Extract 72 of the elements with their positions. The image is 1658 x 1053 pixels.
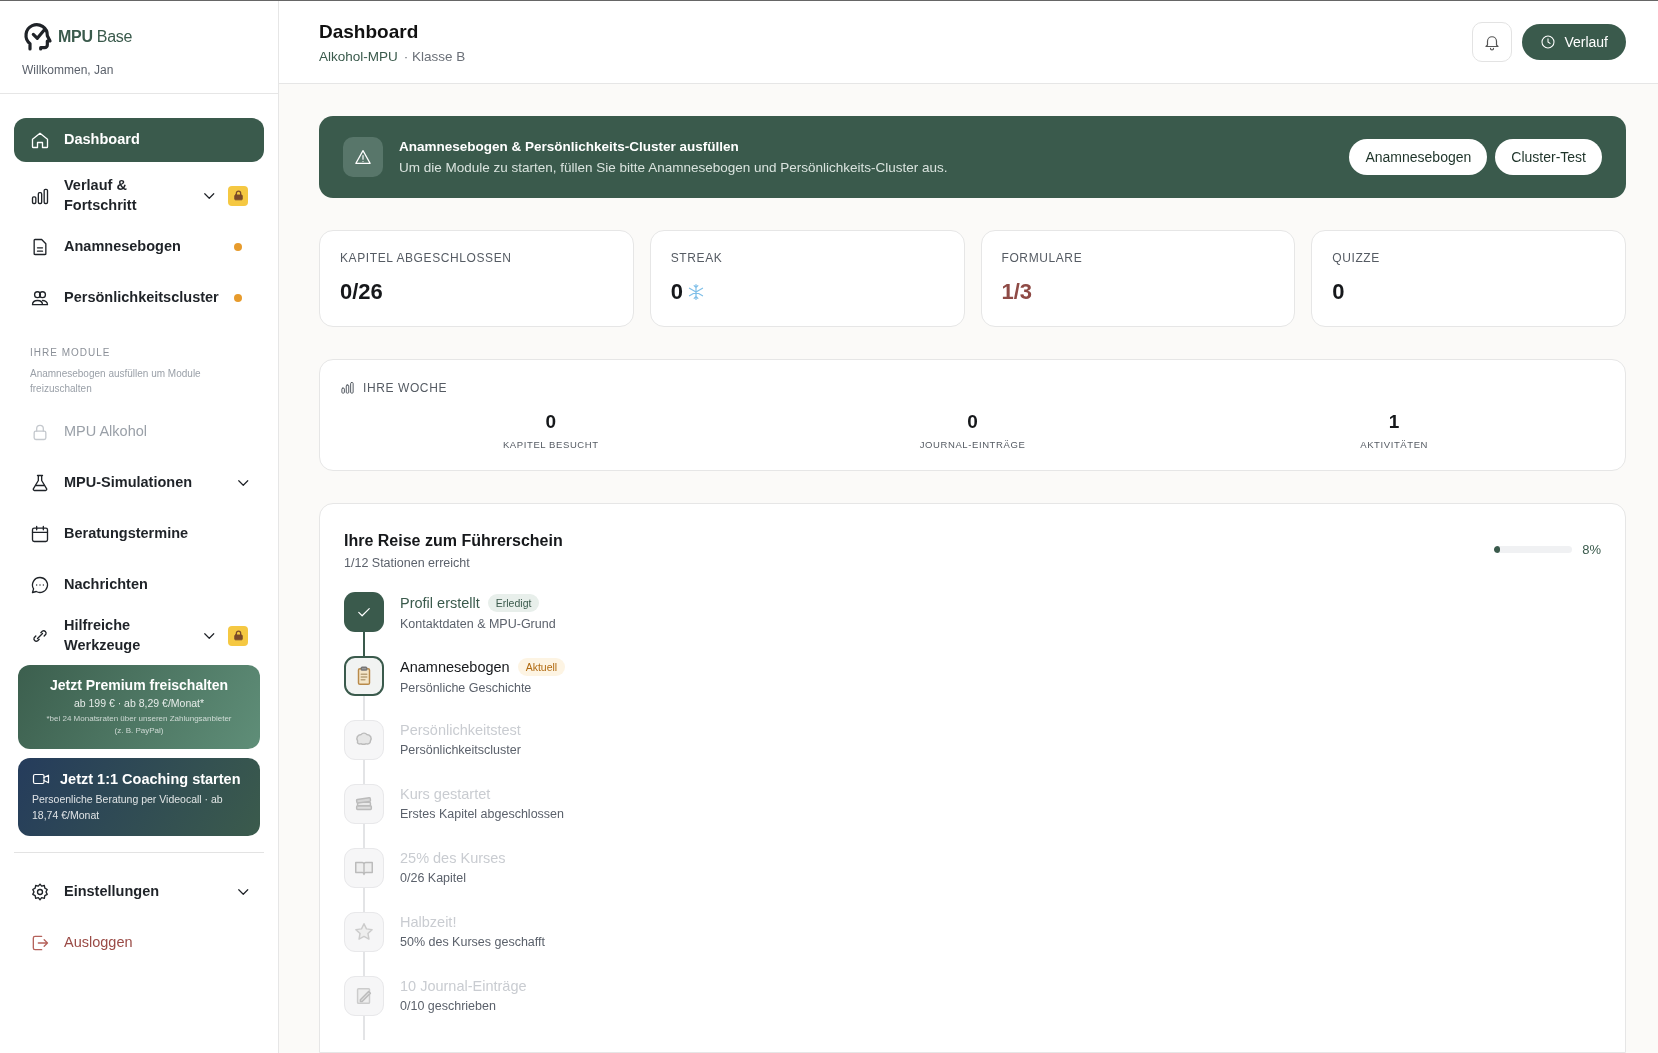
nav-item[interactable]: Dashboard xyxy=(14,118,264,162)
action-button[interactable]: Anamnesebogen xyxy=(1349,139,1488,175)
nav-item[interactable]: Verlauf & Fortschritt xyxy=(14,170,264,221)
nav-item[interactable]: Beratungstermine xyxy=(14,508,264,559)
stat-value: 0 xyxy=(670,279,683,305)
nav-item[interactable]: MPU-Simulationen xyxy=(14,457,264,508)
star-icon xyxy=(353,921,375,943)
premium-price: ab 199 € · ab 8,29 €/Monat* xyxy=(73,697,205,709)
stat-label: FORMULARE xyxy=(1001,251,1084,265)
snowflake-icon xyxy=(687,283,705,301)
banner-text: Um die Module zu starten, füllen Sie bitte Anamnesebogen und Persönlichkeits-Cluster aus. xyxy=(399,160,949,175)
station-subtitle: Persönliche Geschichte xyxy=(400,681,533,695)
metric-value: 0 xyxy=(967,411,978,433)
status-badge: Erledigt xyxy=(487,594,540,612)
station-title: Profil erstellt xyxy=(400,595,480,611)
coaching-card[interactable]: Jetzt 1:1 Coaching starten Persoenliche Beratung per Videocall · ab 18,74 €/Monat xyxy=(18,758,260,836)
nav-item[interactable]: Einstellungen xyxy=(14,866,264,918)
stat-label: QUIZZE xyxy=(1332,251,1381,265)
clock-icon xyxy=(1540,34,1557,50)
logout-icon xyxy=(30,933,50,953)
station-title: Anamnesebogen xyxy=(400,659,510,675)
banner-title: Anamnesebogen & Persönlichkeits-Cluster ausfüllen xyxy=(399,139,740,154)
metric-label: AKTIVITÄTEN xyxy=(1360,439,1429,450)
station-subtitle: 0/10 geschrieben xyxy=(400,999,497,1013)
stat-value: 1/3 xyxy=(1001,279,1033,305)
stat-value: 0/26 xyxy=(340,279,383,305)
license-class: · Klasse B xyxy=(403,48,466,64)
welcome-text: Willkommen, Jan xyxy=(22,63,115,77)
nav-item[interactable]: Nachrichten xyxy=(14,559,264,610)
nav-item[interactable]: Persönlichkeitscluster xyxy=(14,272,264,323)
section-heading: IHRE MODULE xyxy=(29,346,112,360)
nav-item[interactable]: Anamnesebogen xyxy=(14,221,264,272)
station-subtitle: Persönlichkeitscluster xyxy=(400,743,522,757)
calendar-icon xyxy=(30,523,50,544)
action-button[interactable]: Cluster-Test xyxy=(1495,139,1602,175)
settings-icon xyxy=(30,882,50,902)
progress-reading: 8% xyxy=(1582,542,1601,557)
card-subtitle: 1/12 Stationen erreicht xyxy=(344,556,471,570)
metric-label: JOURNAL-EINTRÄGE xyxy=(919,439,1026,450)
warning-icon xyxy=(354,148,372,166)
bar-chart-icon xyxy=(340,380,355,395)
check-head-icon xyxy=(22,21,54,53)
premium-footnote: *bei 24 Monatsraten über unseren Zahlungsanbieter (z. B. PayPal) xyxy=(45,713,233,737)
station-subtitle: Erstes Kapitel abgeschlossen xyxy=(400,807,565,821)
logout-link[interactable]: Ausloggen xyxy=(14,917,264,969)
bell-icon xyxy=(1483,33,1502,51)
station-subtitle: 0/26 Kapitel xyxy=(400,871,468,885)
history-button[interactable]: Verlauf xyxy=(1522,24,1626,60)
coaching-title: Jetzt 1:1 Coaching starten xyxy=(60,771,241,787)
notifications-button[interactable] xyxy=(1472,22,1513,62)
premium-title: Jetzt Premium freischalten xyxy=(49,677,229,693)
metric-label: KAPITEL BESUCHT xyxy=(502,439,599,450)
page-title: Dashboard xyxy=(319,20,420,43)
metric-value: 0 xyxy=(545,411,557,433)
section-hint: Anamnesebogen ausfüllen um Module freizuschalten xyxy=(29,367,202,396)
station-subtitle: Kontaktdaten & MPU-Grund xyxy=(400,617,557,631)
section-heading: IHRE WOCHE xyxy=(363,380,447,395)
home-icon xyxy=(30,130,50,150)
stat-value: 0 xyxy=(1332,279,1345,305)
premium-card[interactable]: Jetzt Premium freischalten ab 199 € · ab 8,29 €/Monat* *bei 24 Monatsraten über unseren Zahlungsanbieter (z. B. PayPal) xyxy=(18,665,260,749)
app-logo: MPU Base xyxy=(58,28,133,46)
nav-item[interactable]: Hilfreiche Werkzeuge xyxy=(14,610,264,661)
program-name: Alkohol-MPU xyxy=(319,48,398,64)
metric-value: 1 xyxy=(1388,411,1400,433)
flask-icon xyxy=(30,472,50,493)
chat-bubble-icon xyxy=(30,574,50,595)
coaching-text: Persoenliche Beratung per Videocall · ab 18,74 €/Monat xyxy=(32,792,224,823)
station-subtitle: 50% des Kurses geschafft xyxy=(400,935,546,949)
stat-label: STREAK xyxy=(670,251,724,265)
stat-label: KAPITEL ABGESCHLOSSEN xyxy=(340,251,513,265)
card-title: Ihre Reise zum Führerschein xyxy=(344,532,564,550)
status-badge: Aktuell xyxy=(517,658,566,676)
